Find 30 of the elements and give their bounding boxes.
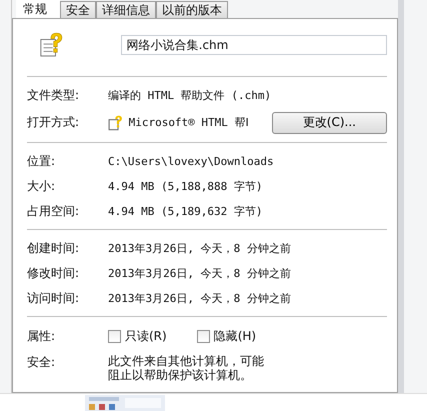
field-label: 打开方式: bbox=[27, 114, 80, 131]
field-value: 2013年3月26日, 今天，8 分钟之前 bbox=[108, 291, 291, 306]
tab[interactable]: 以前的版本 bbox=[156, 1, 228, 18]
checkbox[interactable]: 隐藏(H) bbox=[196, 328, 256, 345]
field-value: 编译的 HTML 帮助文件 (.chm) bbox=[108, 88, 272, 103]
change-button[interactable]: 更改(C)... bbox=[272, 112, 387, 134]
field-value: C:\Users\lovexy\Downloads bbox=[108, 155, 274, 168]
field-label: 安全: bbox=[27, 354, 56, 371]
security-note: 此文件来自其他计算机，可能 bbox=[108, 354, 264, 368]
help-file-icon bbox=[39, 32, 65, 58]
field-label: 占用空间: bbox=[27, 203, 80, 220]
tab[interactable]: 安全 bbox=[60, 1, 96, 18]
field-value: 2013年3月26日, 今天，8 分钟之前 bbox=[108, 266, 291, 281]
field-value: 2013年3月26日, 今天，8 分钟之前 bbox=[108, 241, 291, 256]
field-value: 4.94 MB (5,188,888 字节) bbox=[108, 179, 262, 194]
security-note: 阻止以帮助保护该计算机。 bbox=[108, 368, 253, 382]
help-file-icon bbox=[108, 114, 124, 130]
tab[interactable]: 详细信息 bbox=[96, 1, 156, 18]
tab[interactable]: 常规 bbox=[16, 0, 60, 18]
app-name: Microsoft® HTML 帮Ⅰ bbox=[128, 115, 250, 130]
field-label: 大小: bbox=[27, 178, 56, 195]
field-label: 创建时间: bbox=[27, 240, 80, 257]
field-value: 4.94 MB (5,189,632 字节) bbox=[108, 204, 262, 219]
file-name-field[interactable]: 网络小说合集.chm bbox=[120, 35, 387, 55]
field-label: 文件类型: bbox=[27, 87, 80, 104]
field-label: 修改时间: bbox=[27, 265, 80, 282]
field-label: 位置: bbox=[27, 153, 56, 170]
field-label: 访问时间: bbox=[27, 290, 80, 307]
field-label: 属性: bbox=[27, 328, 56, 345]
checkbox[interactable]: 只读(R) bbox=[108, 328, 167, 345]
